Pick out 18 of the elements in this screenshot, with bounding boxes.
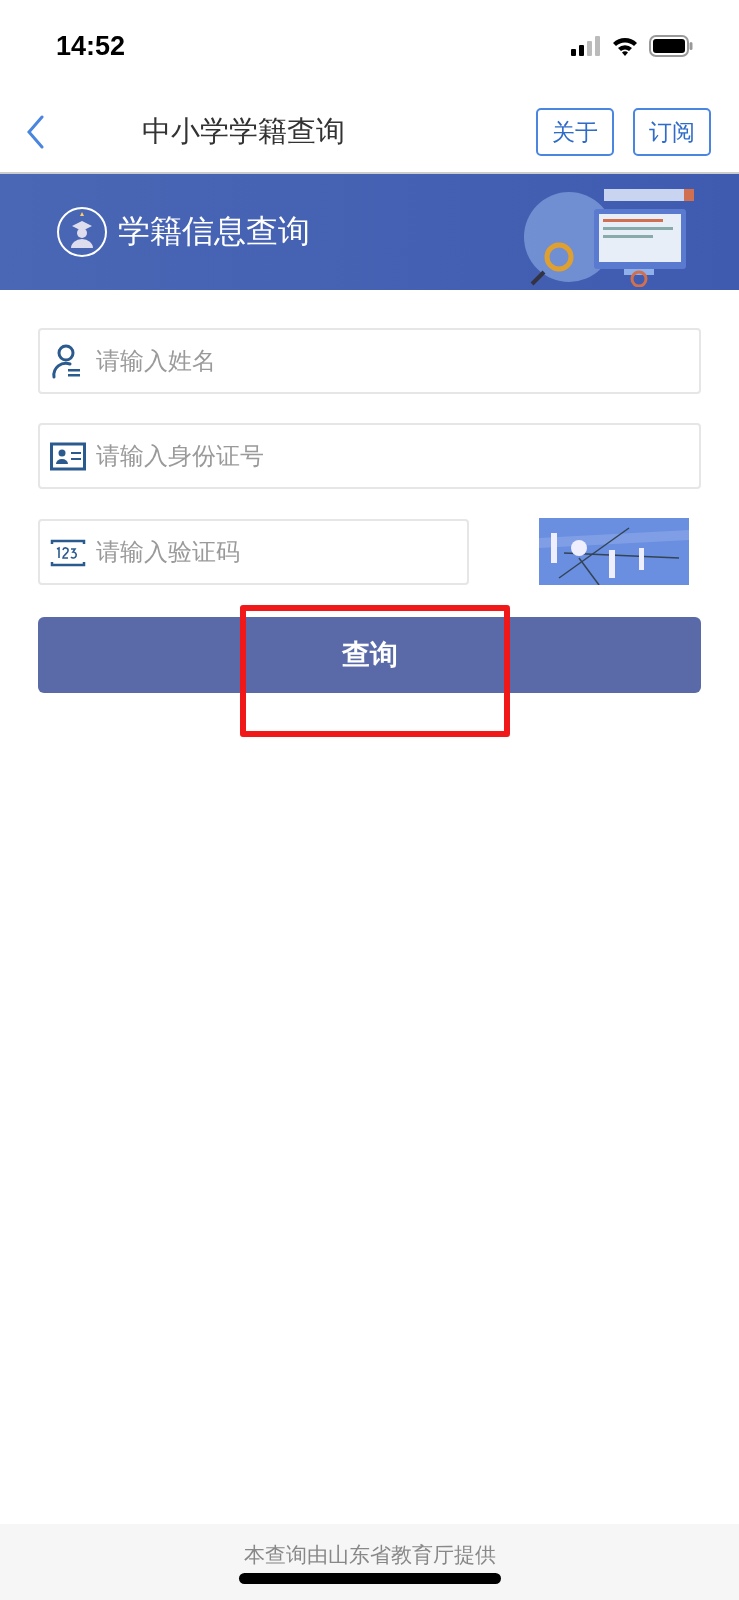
footer-text: 本查询由山东省教育厅提供 [243, 1541, 496, 1569]
graduate-icon [56, 206, 108, 258]
input-field[interactable]: 请输入姓名 [38, 328, 701, 394]
input-field[interactable]: 请输入身份证号 [38, 423, 701, 489]
battery-icon [649, 35, 693, 57]
back-icon [26, 115, 46, 149]
clock-time: 14:52 [56, 30, 126, 62]
banner-title: 学籍信息查询 [118, 211, 311, 252]
nav-button[interactable]: 订阅 [633, 108, 711, 156]
signal-icon [571, 36, 601, 56]
text-input[interactable]: 请输入姓名 [94, 346, 689, 376]
page-title: 中小学学籍查询 [142, 113, 346, 150]
nav-button[interactable]: 关于 [536, 108, 614, 156]
text-input[interactable]: 请输入验证码 [94, 536, 457, 567]
query-button[interactable]: 查询 [38, 617, 701, 693]
wifi-icon [611, 36, 639, 56]
text-input[interactable]: 请输入身份证号 [94, 441, 689, 471]
input-field[interactable]: 请输入验证码 [38, 518, 469, 585]
